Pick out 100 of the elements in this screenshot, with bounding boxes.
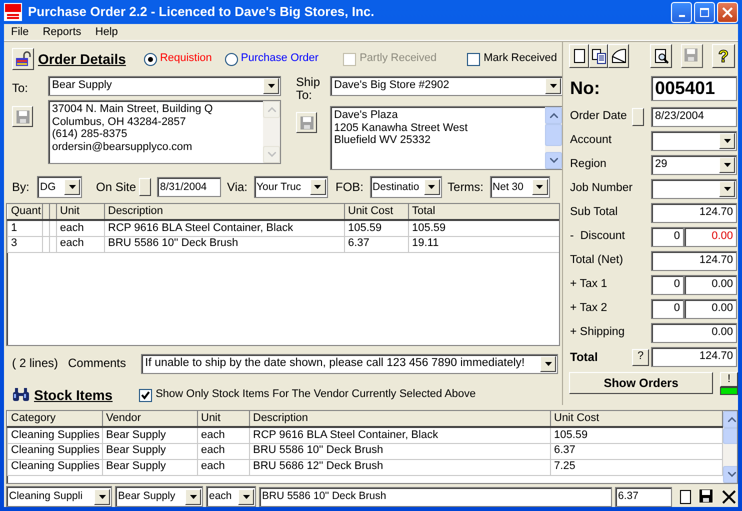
menu-item[interactable]: Help bbox=[88, 25, 125, 39]
unit-dropdown[interactable]: each bbox=[206, 486, 256, 507]
table-cell: Bear Supply bbox=[102, 459, 198, 475]
unit-cost-field[interactable]: 6.37 bbox=[615, 486, 672, 506]
pie-chart-button[interactable] bbox=[608, 44, 629, 68]
dropdown-arrow-button[interactable] bbox=[540, 356, 556, 372]
amount-field[interactable]: 124.70 bbox=[651, 251, 737, 271]
dropdown-arrow-button[interactable] bbox=[719, 157, 735, 173]
table-cell: Bear Supply bbox=[102, 443, 198, 459]
scroll-down-button[interactable] bbox=[545, 152, 562, 169]
table-cell: Cleaning Supplies bbox=[8, 443, 102, 459]
help-button[interactable]: ? bbox=[632, 348, 649, 366]
dropdown[interactable]: 29 bbox=[651, 155, 737, 175]
field-label: Via: bbox=[227, 180, 248, 194]
column-header[interactable]: Description bbox=[250, 411, 550, 427]
dropdown-arrow-button[interactable] bbox=[310, 179, 326, 195]
date-field[interactable]: 8/23/2004 bbox=[651, 107, 737, 127]
save-button[interactable] bbox=[12, 106, 33, 127]
dropdown-arrow-button[interactable] bbox=[263, 78, 279, 94]
dropdown-arrow-button[interactable] bbox=[424, 179, 440, 195]
scrollbar[interactable] bbox=[723, 411, 737, 483]
caret-icon bbox=[550, 84, 556, 88]
dropdown[interactable] bbox=[651, 179, 737, 199]
address-text: 37004 N. Main Street, Building Q Columbus, OH 43284-2857 (614) 285-8375 ordersin@bearsupplyco.com bbox=[51, 102, 214, 154]
scroll-thumb[interactable] bbox=[545, 124, 562, 146]
date-picker-button[interactable] bbox=[632, 108, 644, 126]
maximize-button[interactable] bbox=[694, 2, 715, 22]
rate-field[interactable]: 0 bbox=[651, 227, 684, 247]
date-picker-button[interactable] bbox=[139, 178, 152, 196]
column-header[interactable]: Description bbox=[104, 204, 344, 220]
description-field[interactable]: BRU 5586 10'' Deck Brush bbox=[259, 486, 612, 506]
table-cell: BRU 5586 10'' Deck Brush bbox=[250, 443, 550, 459]
comments-dropdown[interactable]: If unable to ship by the date shown, please call 123 456 7890 immediately! bbox=[141, 354, 558, 374]
column-header[interactable]: Total bbox=[408, 204, 559, 220]
scrollbar[interactable] bbox=[545, 107, 562, 169]
amount-field[interactable]: 0.00 bbox=[684, 275, 737, 295]
close-icon bbox=[720, 488, 736, 504]
column-header[interactable]: Unit Cost bbox=[550, 411, 722, 427]
category-dropdown[interactable]: Cleaning Suppli bbox=[6, 486, 112, 507]
caret-icon bbox=[428, 185, 436, 189]
dropdown[interactable] bbox=[651, 131, 737, 151]
menu-item[interactable]: Reports bbox=[36, 25, 88, 39]
alert-button[interactable]: ! bbox=[720, 372, 738, 387]
dropdown[interactable]: Net 30 bbox=[490, 176, 550, 198]
caret-icon bbox=[314, 185, 321, 189]
copy-button[interactable] bbox=[589, 44, 608, 68]
scroll-up-button[interactable] bbox=[723, 411, 737, 428]
caret-icon bbox=[544, 362, 552, 366]
table-cell: 105.59 bbox=[344, 220, 408, 236]
menu-item[interactable]: File bbox=[4, 25, 36, 39]
column-header[interactable]: Category bbox=[8, 411, 102, 427]
column-header[interactable]: Vendor bbox=[102, 411, 198, 427]
dropdown[interactable]: DG bbox=[37, 176, 82, 198]
magnifier-document-icon bbox=[653, 48, 669, 64]
dropdown-arrow-button[interactable] bbox=[238, 488, 254, 504]
dropdown[interactable]: Your Truc bbox=[254, 176, 328, 198]
amount-field[interactable]: 124.70 bbox=[651, 203, 737, 223]
checkbox[interactable] bbox=[466, 52, 480, 66]
rate-field[interactable]: 0 bbox=[651, 299, 684, 319]
total-field[interactable]: 124.70 bbox=[651, 347, 737, 367]
checkbox[interactable] bbox=[138, 388, 152, 402]
dropdown-arrow-button[interactable] bbox=[545, 78, 561, 94]
to-dropdown[interactable]: Bear Supply bbox=[48, 76, 281, 96]
vendor-dropdown[interactable]: Bear Supply bbox=[115, 486, 203, 507]
lock-icon-button[interactable] bbox=[12, 48, 34, 70]
scroll-thumb[interactable] bbox=[723, 428, 737, 444]
amount-field[interactable]: 0.00 bbox=[651, 323, 737, 343]
new-document-button[interactable] bbox=[569, 44, 589, 68]
dropdown-arrow-button[interactable] bbox=[185, 488, 201, 504]
radio-button[interactable] bbox=[224, 52, 238, 66]
column-header[interactable]: Unit Cost bbox=[344, 204, 408, 220]
table-cell: each bbox=[198, 443, 250, 459]
ship-to-dropdown[interactable]: Dave's Big Store #2902 bbox=[330, 76, 563, 96]
dropdown[interactable]: Destinatio bbox=[370, 176, 442, 198]
caret-icon bbox=[190, 494, 196, 498]
dropdown-arrow-button[interactable] bbox=[719, 133, 735, 149]
scroll-down-button[interactable] bbox=[723, 466, 737, 483]
dropdown-arrow-button[interactable] bbox=[94, 488, 110, 504]
date-field[interactable]: 8/31/2004 bbox=[157, 177, 222, 197]
column-header[interactable]: Unit bbox=[198, 411, 250, 427]
dropdown-arrow-button[interactable] bbox=[719, 181, 735, 197]
radio-button[interactable] bbox=[144, 52, 157, 66]
amount-field[interactable]: 0.00 bbox=[684, 227, 737, 247]
scroll-up-button[interactable] bbox=[545, 107, 562, 124]
print-preview-button[interactable] bbox=[650, 44, 672, 68]
show-orders-button[interactable]: Show Orders bbox=[569, 372, 714, 394]
order-number-field[interactable]: 005401 bbox=[651, 76, 737, 101]
table-cell: RCP 9616 BLA Steel Container, Black bbox=[250, 427, 550, 443]
minimize-button[interactable] bbox=[671, 2, 692, 22]
amount-field[interactable]: 0.00 bbox=[684, 299, 737, 319]
save-button[interactable] bbox=[296, 112, 317, 133]
table-cell: each bbox=[56, 236, 104, 252]
dropdown-arrow-button[interactable] bbox=[532, 179, 548, 195]
field-label: Job Number bbox=[570, 182, 634, 196]
caret-icon bbox=[724, 139, 730, 143]
document-icon bbox=[571, 48, 587, 64]
dropdown-arrow-button[interactable] bbox=[64, 179, 80, 195]
column-header[interactable]: Quant bbox=[8, 204, 42, 220]
rate-field[interactable]: 0 bbox=[651, 275, 684, 295]
column-header[interactable]: Unit bbox=[56, 204, 104, 220]
